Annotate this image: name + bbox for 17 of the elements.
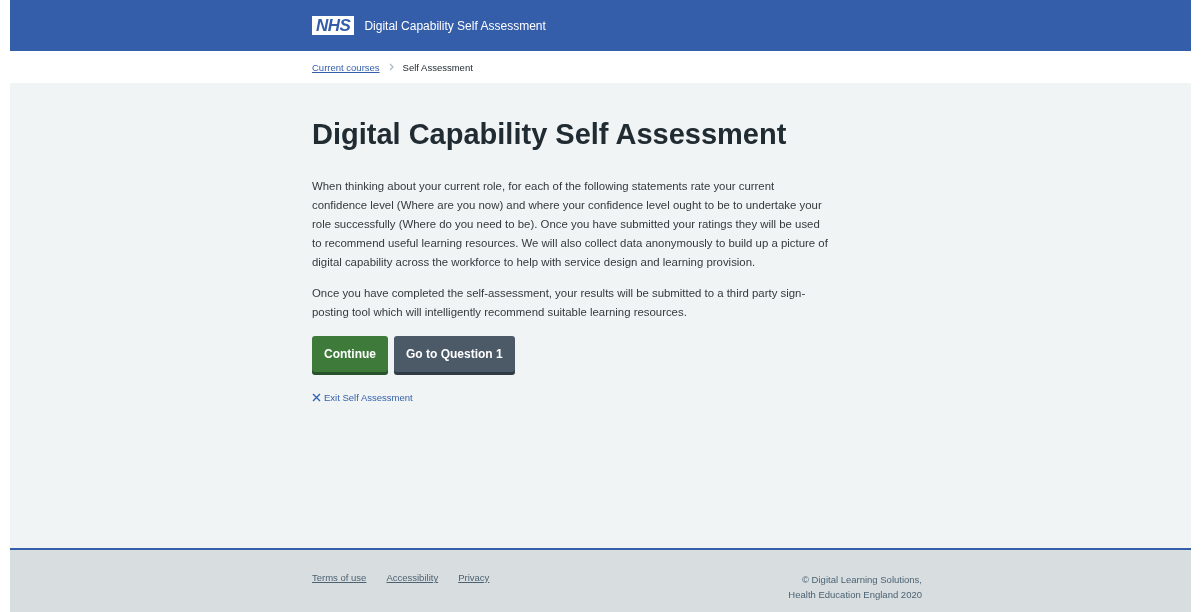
page-heading: Digital Capability Self Assessment: [312, 118, 788, 151]
breadcrumb-current: Self Assessment: [402, 61, 473, 73]
exit-link[interactable]: Exit Self Assessment: [324, 392, 413, 403]
nhs-logo[interactable]: NHS: [312, 16, 355, 35]
footer-link[interactable]: Accessibility: [386, 572, 439, 602]
breadcrumb-link[interactable]: Current courses: [312, 61, 380, 73]
intro-paragraph: Once you have completed the self-assessment, your results will be submitted to a third party sign-posting tool which will intelligently recommend suitable learning resources.: [312, 286, 807, 320]
continue-button[interactable]: Continue: [312, 336, 388, 372]
service-title[interactable]: Digital Capability Self Assessment: [364, 18, 546, 33]
close-icon: [312, 393, 321, 402]
chevron-icon: [388, 63, 394, 71]
copyright-text: © Digital Learning Solutions,: [802, 573, 922, 587]
intro-paragraph: When thinking about your current role, for each of the following statements rate your current confidence level (Where are you now) and where your confidence level ought to be to undertake your role successfully (Where do you need to be). Once you have submitted your ratings they will be used to recommend useful learning resources. We will also collect data anonymously to build up a picture of digital capability across the workforce to help with service design and learning provision.: [312, 179, 829, 270]
footer-link[interactable]: Terms of use: [312, 572, 367, 602]
footer-link[interactable]: Privacy: [458, 572, 490, 602]
copyright-text: Health Education England 2020: [788, 588, 922, 602]
question-button[interactable]: Go to Question 1: [394, 336, 515, 372]
